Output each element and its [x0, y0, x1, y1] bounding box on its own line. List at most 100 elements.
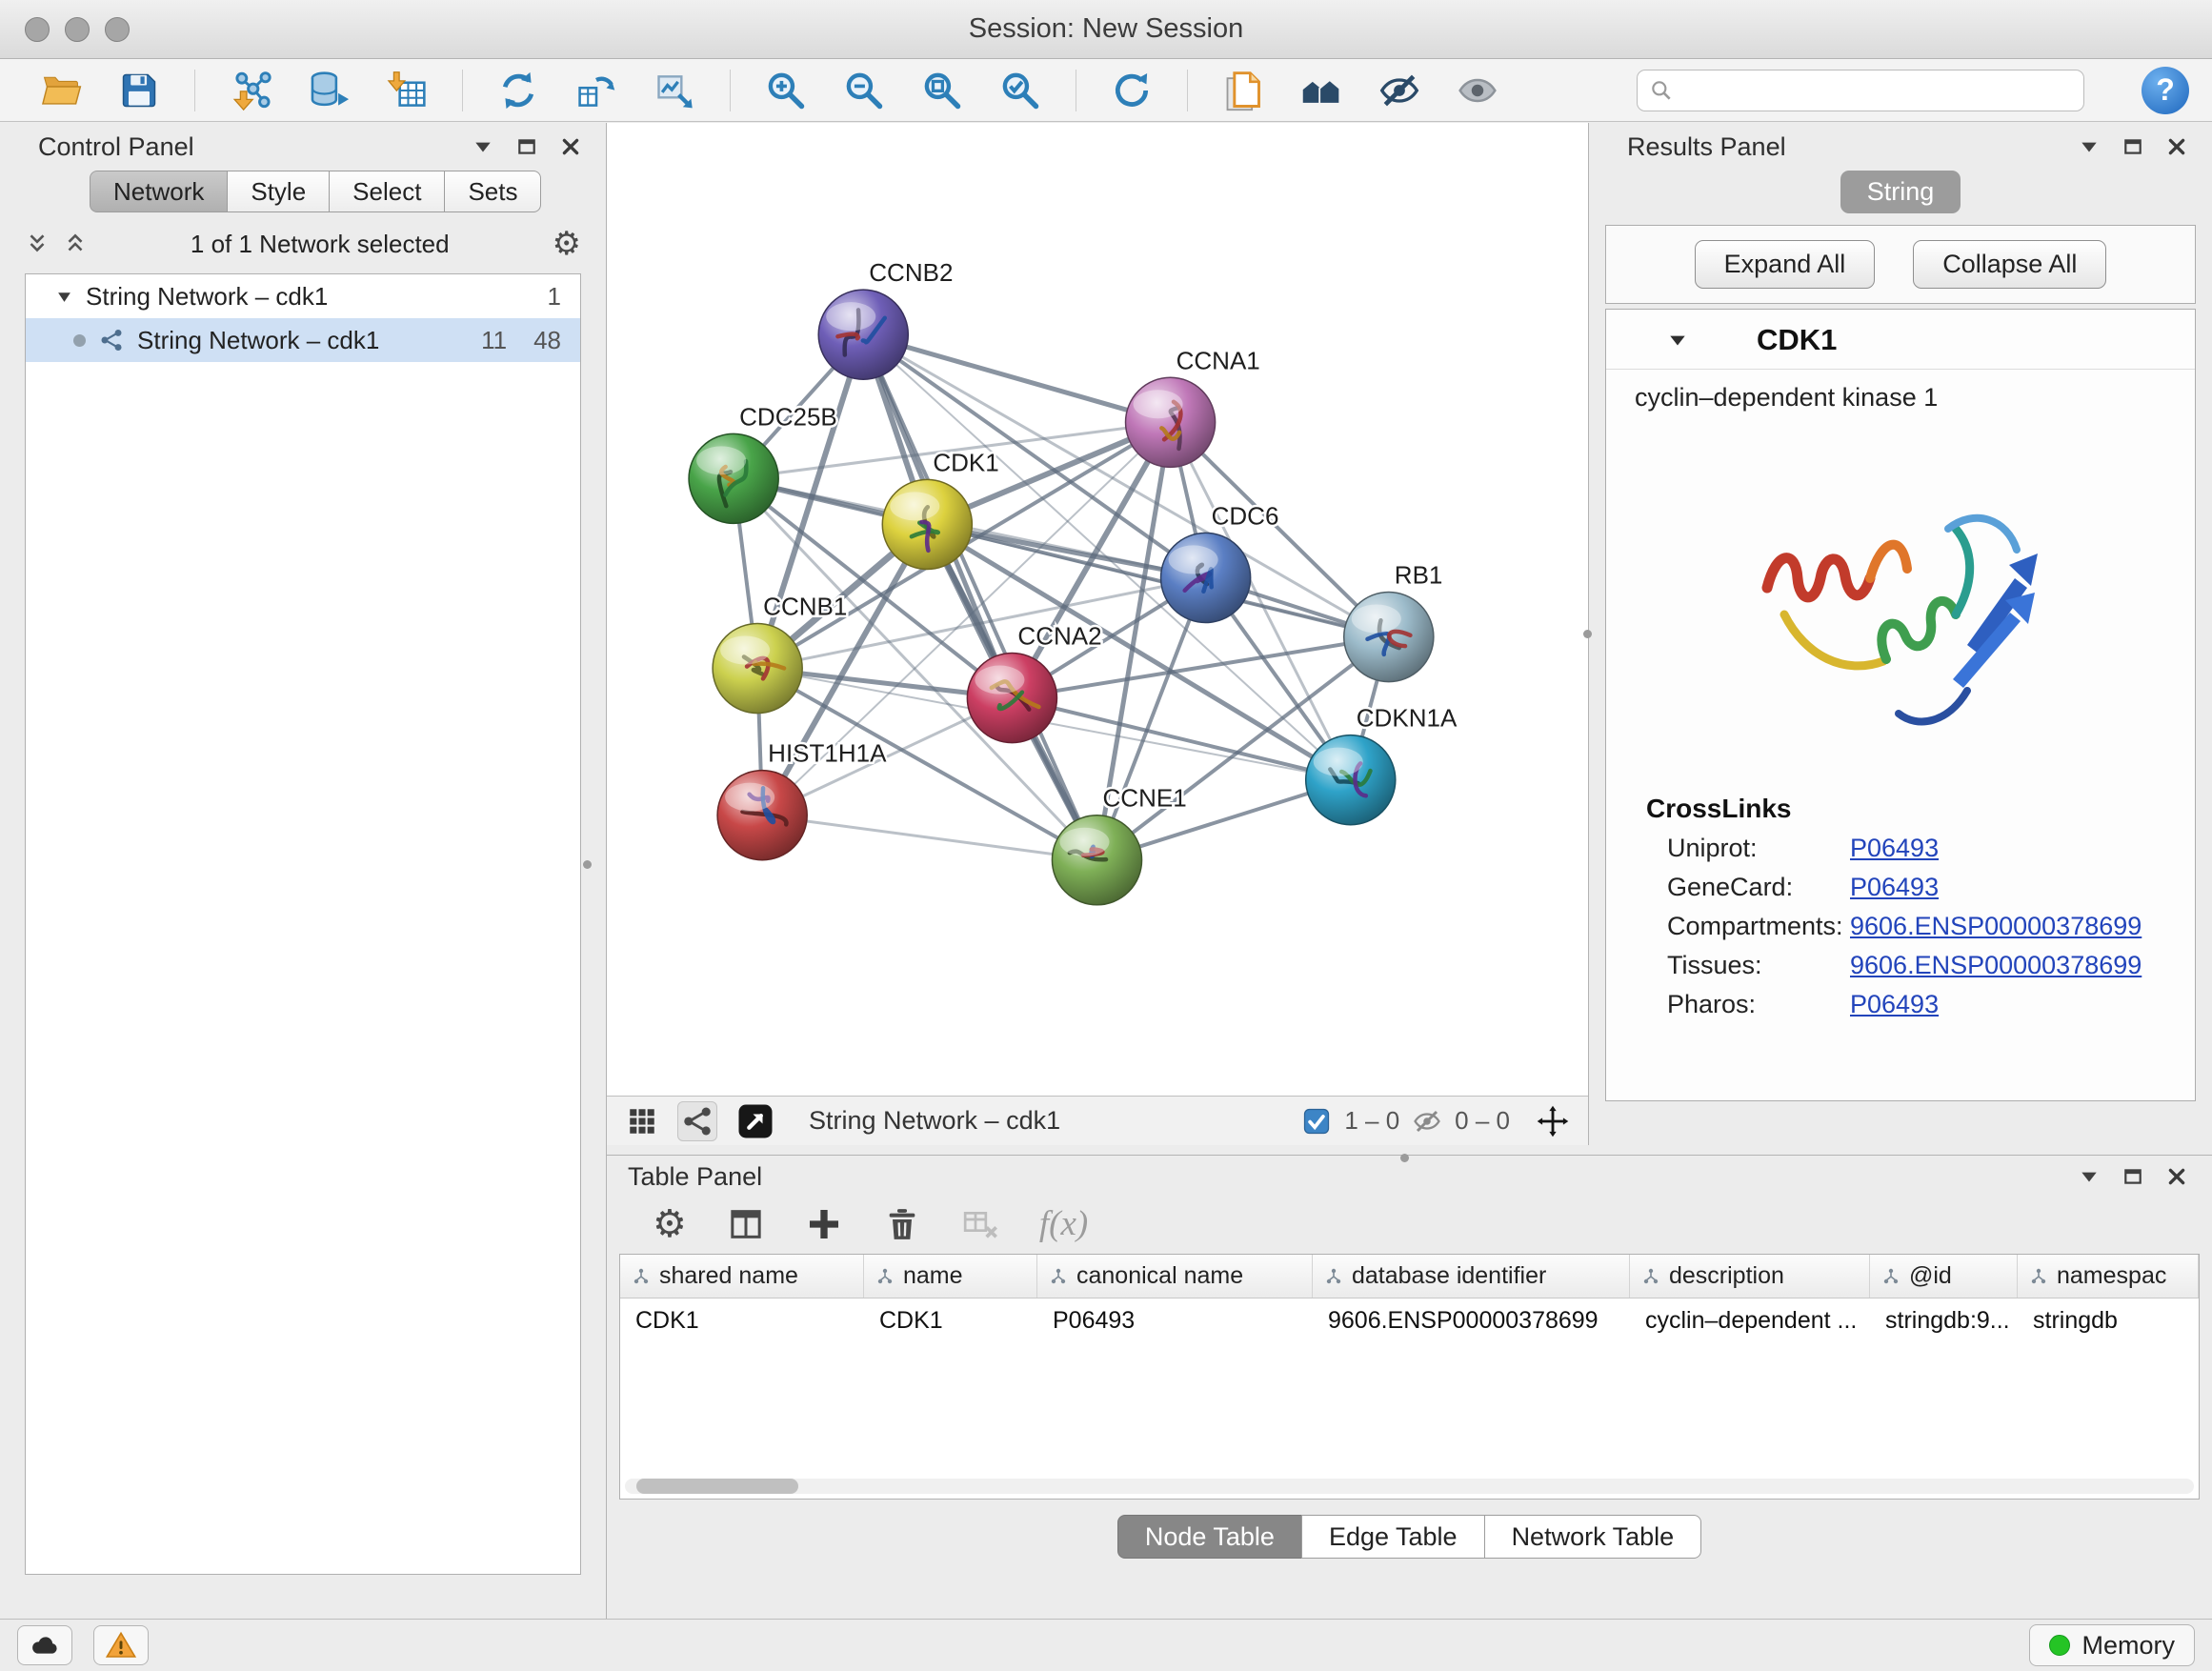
zoom-window-button[interactable] [105, 17, 130, 42]
table-cell[interactable]: CDK1 [864, 1299, 1037, 1342]
tab-style[interactable]: Style [227, 171, 330, 212]
vertical-splitter-handle[interactable] [1583, 630, 1592, 638]
table-cell[interactable]: stringdb:9... [1870, 1299, 2018, 1342]
scrollbar-thumb[interactable] [636, 1479, 798, 1494]
collapse-all-icon[interactable] [25, 232, 50, 256]
function-builder-icon[interactable]: f(x) [1039, 1203, 1088, 1244]
panel-float-icon[interactable] [2122, 1166, 2143, 1187]
grid-view-icon[interactable] [626, 1105, 658, 1137]
network-collection-row[interactable]: String Network – cdk1 1 [26, 274, 580, 318]
zoom-fit-button[interactable] [919, 68, 965, 113]
cloud-button[interactable] [17, 1625, 72, 1665]
tab-sets[interactable]: Sets [444, 171, 541, 212]
zoom-in-button[interactable] [763, 68, 809, 113]
crosslink-link[interactable]: P06493 [1850, 873, 1939, 902]
network-node[interactable] [818, 290, 908, 379]
tab-select[interactable]: Select [329, 171, 445, 212]
entry-collapse-icon[interactable] [1667, 330, 1688, 351]
search-box[interactable] [1637, 70, 2084, 111]
column-header[interactable]: shared name [620, 1255, 864, 1298]
column-header[interactable]: description [1630, 1255, 1870, 1298]
network-node[interactable] [1126, 377, 1216, 467]
open-session-button[interactable] [38, 68, 84, 113]
zoom-out-button[interactable] [841, 68, 887, 113]
panel-collapse-icon[interactable] [2079, 136, 2100, 157]
crosslink-link[interactable]: 9606.ENSP00000378699 [1850, 951, 2142, 980]
show-columns-icon[interactable] [727, 1205, 765, 1243]
table-settings-gear-icon[interactable]: ⚙ [653, 1205, 687, 1243]
network-share-icon[interactable] [677, 1101, 717, 1141]
hidden-eye-slash-icon[interactable] [1413, 1107, 1441, 1136]
delete-column-trash-icon[interactable] [883, 1205, 921, 1243]
tab-network-table[interactable]: Network Table [1484, 1515, 1702, 1559]
horizontal-splitter-handle[interactable] [1400, 1154, 1409, 1162]
network-canvas[interactable]: CCNB2CCNA1CDC25BCDK1CDC6RB1CCNB1CCNA2CDK… [607, 123, 1588, 1096]
string-tab[interactable]: String [1840, 171, 1961, 213]
table-cell[interactable]: cyclin–dependent ... [1630, 1299, 1870, 1342]
network-graph[interactable]: CCNB2CCNA1CDC25BCDK1CDC6RB1CCNB1CCNA2CDK… [607, 123, 1588, 1096]
refresh-layout-button[interactable] [495, 68, 541, 113]
help-button[interactable]: ? [2142, 67, 2189, 114]
panel-collapse-icon[interactable] [2079, 1166, 2100, 1187]
panel-close-icon[interactable] [2166, 1166, 2187, 1187]
network-edge[interactable] [863, 334, 1170, 422]
gear-icon[interactable]: ⚙ [553, 228, 581, 260]
minimize-window-button[interactable] [65, 17, 90, 42]
collapse-all-button[interactable]: Collapse All [1913, 240, 2106, 289]
table-cell[interactable]: stringdb [2018, 1299, 2199, 1342]
crosslink-link[interactable]: 9606.ENSP00000378699 [1850, 912, 2142, 941]
expand-all-icon[interactable] [63, 232, 88, 256]
selected-checkbox-icon[interactable] [1302, 1107, 1331, 1136]
column-header[interactable]: canonical name [1037, 1255, 1313, 1298]
column-header[interactable]: name [864, 1255, 1037, 1298]
network-row[interactable]: String Network – cdk1 11 48 [26, 318, 580, 362]
panel-collapse-icon[interactable] [473, 136, 493, 157]
apply-preferred-layout-button[interactable] [1109, 68, 1155, 113]
crosslink-link[interactable]: P06493 [1850, 834, 1939, 863]
warnings-button[interactable] [93, 1625, 149, 1665]
open-in-window-button[interactable] [736, 1102, 774, 1140]
import-network-file-button[interactable] [228, 68, 273, 113]
vertical-splitter-handle[interactable] [583, 860, 592, 869]
panel-float-icon[interactable] [516, 136, 537, 157]
crosshair-icon[interactable] [1537, 1105, 1569, 1137]
column-header[interactable]: namespac [2018, 1255, 2199, 1298]
delete-table-icon[interactable] [961, 1205, 999, 1243]
search-input[interactable] [1683, 75, 2072, 105]
panel-float-icon[interactable] [2122, 136, 2143, 157]
column-header[interactable]: @id [1870, 1255, 2018, 1298]
column-header[interactable]: database identifier [1313, 1255, 1630, 1298]
network-edge[interactable] [863, 334, 1096, 860]
network-edge[interactable] [762, 815, 1096, 860]
show-details-button[interactable] [1455, 68, 1500, 113]
copy-view-button[interactable] [1220, 68, 1266, 113]
table-cell[interactable]: P06493 [1037, 1299, 1313, 1342]
network-node[interactable] [689, 433, 778, 523]
tab-network[interactable]: Network [90, 171, 228, 212]
table-cell[interactable]: CDK1 [620, 1299, 864, 1342]
close-window-button[interactable] [25, 17, 50, 42]
table-row[interactable]: CDK1 CDK1 P06493 9606.ENSP00000378699 cy… [620, 1299, 2199, 1342]
hide-details-button[interactable] [1377, 68, 1422, 113]
panel-close-icon[interactable] [560, 136, 581, 157]
horizontal-splitter[interactable] [607, 1145, 2212, 1155]
tab-edge-table[interactable]: Edge Table [1301, 1515, 1485, 1559]
panel-close-icon[interactable] [2166, 136, 2187, 157]
import-table-url-button[interactable] [573, 68, 619, 113]
import-network-database-button[interactable] [306, 68, 352, 113]
zoom-selected-button[interactable] [997, 68, 1043, 113]
horizontal-scrollbar[interactable] [625, 1479, 2194, 1494]
save-session-button[interactable] [116, 68, 162, 113]
import-table-file-button[interactable] [384, 68, 430, 113]
export-image-button[interactable] [652, 68, 697, 113]
home-button[interactable] [1298, 68, 1344, 113]
protein-entry-header[interactable]: CDK1 [1606, 310, 2195, 370]
network-node[interactable] [967, 654, 1056, 743]
memory-button[interactable]: Memory [2029, 1624, 2195, 1666]
expand-all-button[interactable]: Expand All [1695, 240, 1876, 289]
crosslink-link[interactable]: P06493 [1850, 990, 1939, 1019]
tab-node-table[interactable]: Node Table [1117, 1515, 1302, 1559]
table-cell[interactable]: 9606.ENSP00000378699 [1313, 1299, 1630, 1342]
tree-expand-icon[interactable] [56, 289, 72, 305]
add-column-icon[interactable] [805, 1205, 843, 1243]
